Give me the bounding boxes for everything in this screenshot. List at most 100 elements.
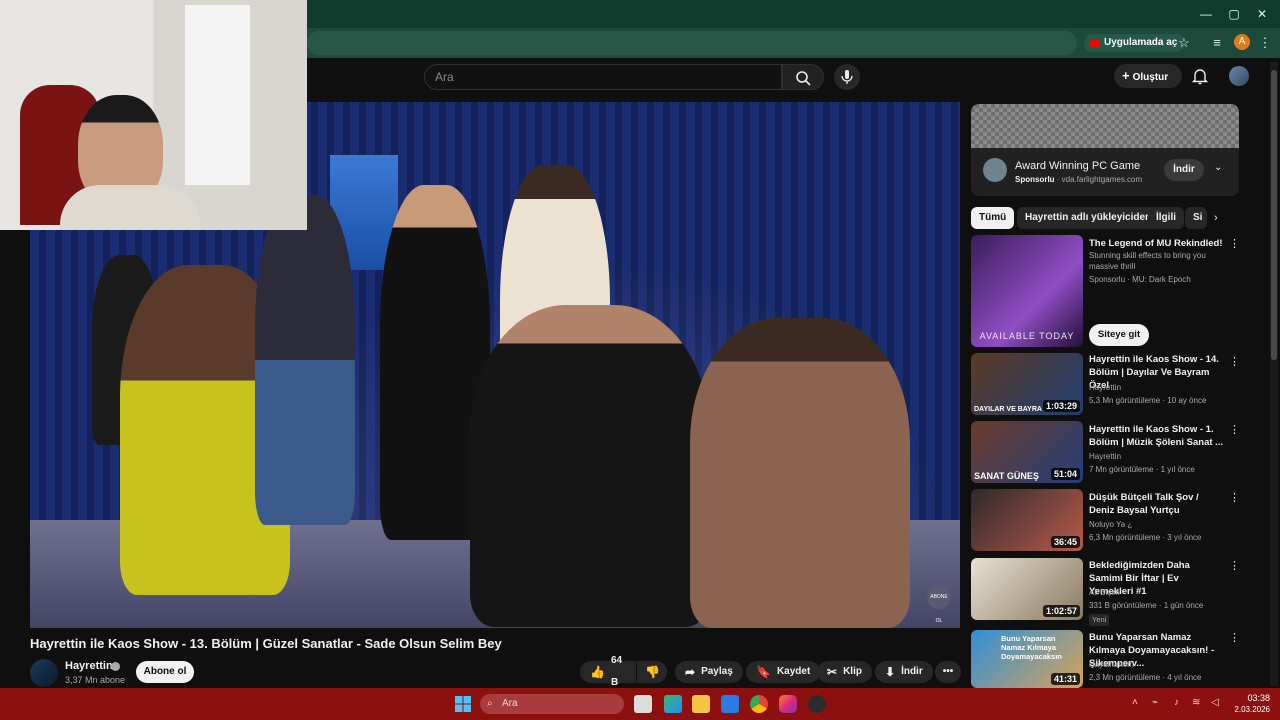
related-thumbnail[interactable]: 1:02:57 (971, 558, 1083, 620)
open-in-app-label: Uygulamada aç (1104, 37, 1178, 48)
ad-download-button[interactable]: İndir (1164, 159, 1204, 181)
clock-date[interactable]: 2.03.2026 (1228, 705, 1270, 714)
related-thumbnail[interactable]: DAYILAR VE BAYRA 1:03:29 (971, 353, 1083, 415)
create-label: Oluştur (1132, 72, 1169, 83)
chevron-down-icon[interactable]: ⌄ (1214, 162, 1222, 173)
open-in-app-button[interactable]: Uygulamada aç (1084, 34, 1186, 52)
related-channel[interactable]: Hayrettin (1089, 383, 1121, 392)
share-button[interactable]: ➦ Paylaş (675, 661, 743, 683)
file-explorer-icon[interactable] (692, 695, 710, 713)
like-button[interactable]: 👍 64 B (580, 655, 636, 688)
close-window-icon[interactable]: ✕ (1252, 6, 1272, 22)
related-channel: Sponsorlu · MU: Dark Epoch (1089, 275, 1191, 284)
notifications-bell-icon[interactable] (1190, 66, 1210, 86)
webcam-overlay (0, 0, 307, 230)
store-icon[interactable] (721, 695, 739, 713)
minimize-icon[interactable]: — (1196, 6, 1216, 22)
windows-start-icon[interactable] (454, 695, 472, 713)
more-options-icon[interactable]: ⋮ (1229, 423, 1240, 436)
ad-sponsor: Sponsorlu · vda.farlightgames.com (1015, 175, 1143, 184)
taskbar-search-icon: ⌕ (487, 698, 493, 709)
obs-icon[interactable] (808, 695, 826, 713)
network-icon[interactable]: ⌁ (1152, 697, 1158, 708)
video-duration: 41:31 (1050, 673, 1080, 685)
chip-truncated[interactable]: Si (1185, 207, 1207, 229)
ad-sponsor-label: Sponsorlu (1015, 175, 1055, 184)
download-icon: ⬇ (885, 665, 896, 679)
ad-banner-image[interactable] (971, 104, 1239, 148)
maximize-icon[interactable]: ▢ (1224, 6, 1244, 22)
volume-icon[interactable]: ◁ (1211, 697, 1219, 708)
related-title[interactable]: Hayrettin ile Kaos Show - 1. Bölüm | Müz… (1089, 423, 1225, 449)
more-options-icon[interactable]: ⋮ (1229, 355, 1240, 368)
video-title: Hayrettin ile Kaos Show - 13. Bölüm | Gü… (30, 636, 502, 651)
subscribe-watermark[interactable]: ABONE OL (927, 585, 951, 624)
thumbs-up-icon: 👍 (590, 665, 605, 679)
task-view-icon[interactable] (634, 695, 652, 713)
bookmark-star-icon[interactable]: ☆ (1175, 34, 1193, 52)
related-thumbnail[interactable]: SANAT GÜNEŞ 51:04 (971, 421, 1083, 483)
ad-logo (983, 158, 1007, 182)
instagram-icon[interactable] (779, 695, 797, 713)
taskbar-search-input[interactable]: Ara (480, 694, 624, 714)
more-label: ••• (942, 666, 954, 677)
video-duration: 1:03:29 (1042, 400, 1080, 412)
verified-icon (111, 662, 120, 671)
browser-menu-icon[interactable]: ⋮ (1256, 34, 1274, 52)
more-options-icon[interactable]: ⋮ (1229, 631, 1240, 644)
related-title[interactable]: The Legend of MU Rekindled! (1089, 237, 1225, 250)
thumbnail-caption: AVAILABLE TODAY (979, 331, 1075, 341)
ad-title[interactable]: Award Winning PC Game (1015, 160, 1140, 172)
chip-related[interactable]: İlgili (1148, 207, 1184, 229)
browser-profile-avatar[interactable]: A (1234, 34, 1250, 50)
more-options-icon[interactable]: ⋮ (1229, 559, 1240, 572)
voice-search-button[interactable] (834, 64, 860, 90)
account-avatar[interactable] (1229, 66, 1249, 86)
ad-domain: vda.farlightgames.com (1061, 175, 1143, 184)
save-button[interactable]: 🔖 Kaydet (746, 661, 821, 683)
microphone-tray-icon[interactable]: ♪ (1174, 697, 1179, 708)
tray-chevron-up-icon[interactable]: ˄ (1132, 697, 1138, 708)
clip-button[interactable]: ✂ Klip (817, 661, 872, 683)
clip-label: Klip (843, 666, 862, 677)
address-bar[interactable] (307, 31, 1077, 55)
widgets-icon[interactable] (664, 695, 682, 713)
related-channel[interactable]: Hayalhanem (1089, 660, 1134, 669)
related-meta: 5,3 Mn görüntüleme · 10 ay önce (1089, 396, 1207, 405)
more-options-icon[interactable]: ⋮ (1229, 491, 1240, 504)
scrollbar-thumb[interactable] (1271, 70, 1277, 360)
video-duration: 1:02:57 (1042, 605, 1080, 617)
related-thumbnail[interactable]: 36:45 (971, 489, 1083, 551)
subscribe-button[interactable]: Abone ol (136, 661, 194, 683)
related-thumbnail[interactable]: Bunu Yaparsan Namaz Kılmaya Doyamayacaks… (971, 630, 1083, 688)
chip-from-uploader[interactable]: Hayrettin adlı yükleyiciden (1017, 207, 1160, 229)
microphone-icon (841, 70, 853, 84)
wifi-icon[interactable]: ≋ (1192, 697, 1200, 708)
channel-name[interactable]: Hayrettin (65, 660, 113, 672)
more-options-icon[interactable]: ⋮ (1229, 237, 1240, 250)
more-actions-button[interactable]: ••• (935, 661, 961, 683)
share-arrow-icon: ➦ (685, 665, 696, 679)
related-title[interactable]: Düşük Bütçeli Talk Şov / Deniz Baysal Yu… (1089, 491, 1225, 517)
download-button[interactable]: ⬇ İndir (875, 661, 933, 683)
chip-all[interactable]: Tümü (971, 207, 1015, 229)
video-frame-person (255, 195, 355, 525)
dislike-button[interactable]: 👎 (637, 661, 667, 683)
media-controls-icon[interactable]: ≡ (1208, 34, 1226, 52)
related-channel[interactable]: Ali Biçim (1089, 588, 1120, 597)
related-channel[interactable]: Noluyo Ya ¿ (1089, 520, 1132, 529)
chrome-icon[interactable] (750, 695, 768, 713)
scissors-icon: ✂ (827, 665, 838, 679)
search-input[interactable]: Ara (424, 64, 782, 90)
visit-site-button[interactable]: Siteye git (1089, 324, 1149, 346)
related-meta: 6,3 Mn görüntüleme · 3 yıl önce (1089, 533, 1202, 542)
chevron-right-icon[interactable]: › (1214, 212, 1218, 224)
search-button[interactable] (782, 64, 824, 90)
channel-avatar[interactable] (30, 659, 58, 687)
create-button[interactable]: + Oluştur (1114, 64, 1182, 88)
related-channel[interactable]: Hayrettin (1089, 452, 1121, 461)
related-thumbnail[interactable]: AVAILABLE TODAY (971, 235, 1083, 347)
new-badge: Yeni (1089, 614, 1110, 626)
clock-time[interactable]: 03:38 (1228, 693, 1270, 703)
video-frame-person (470, 305, 710, 627)
